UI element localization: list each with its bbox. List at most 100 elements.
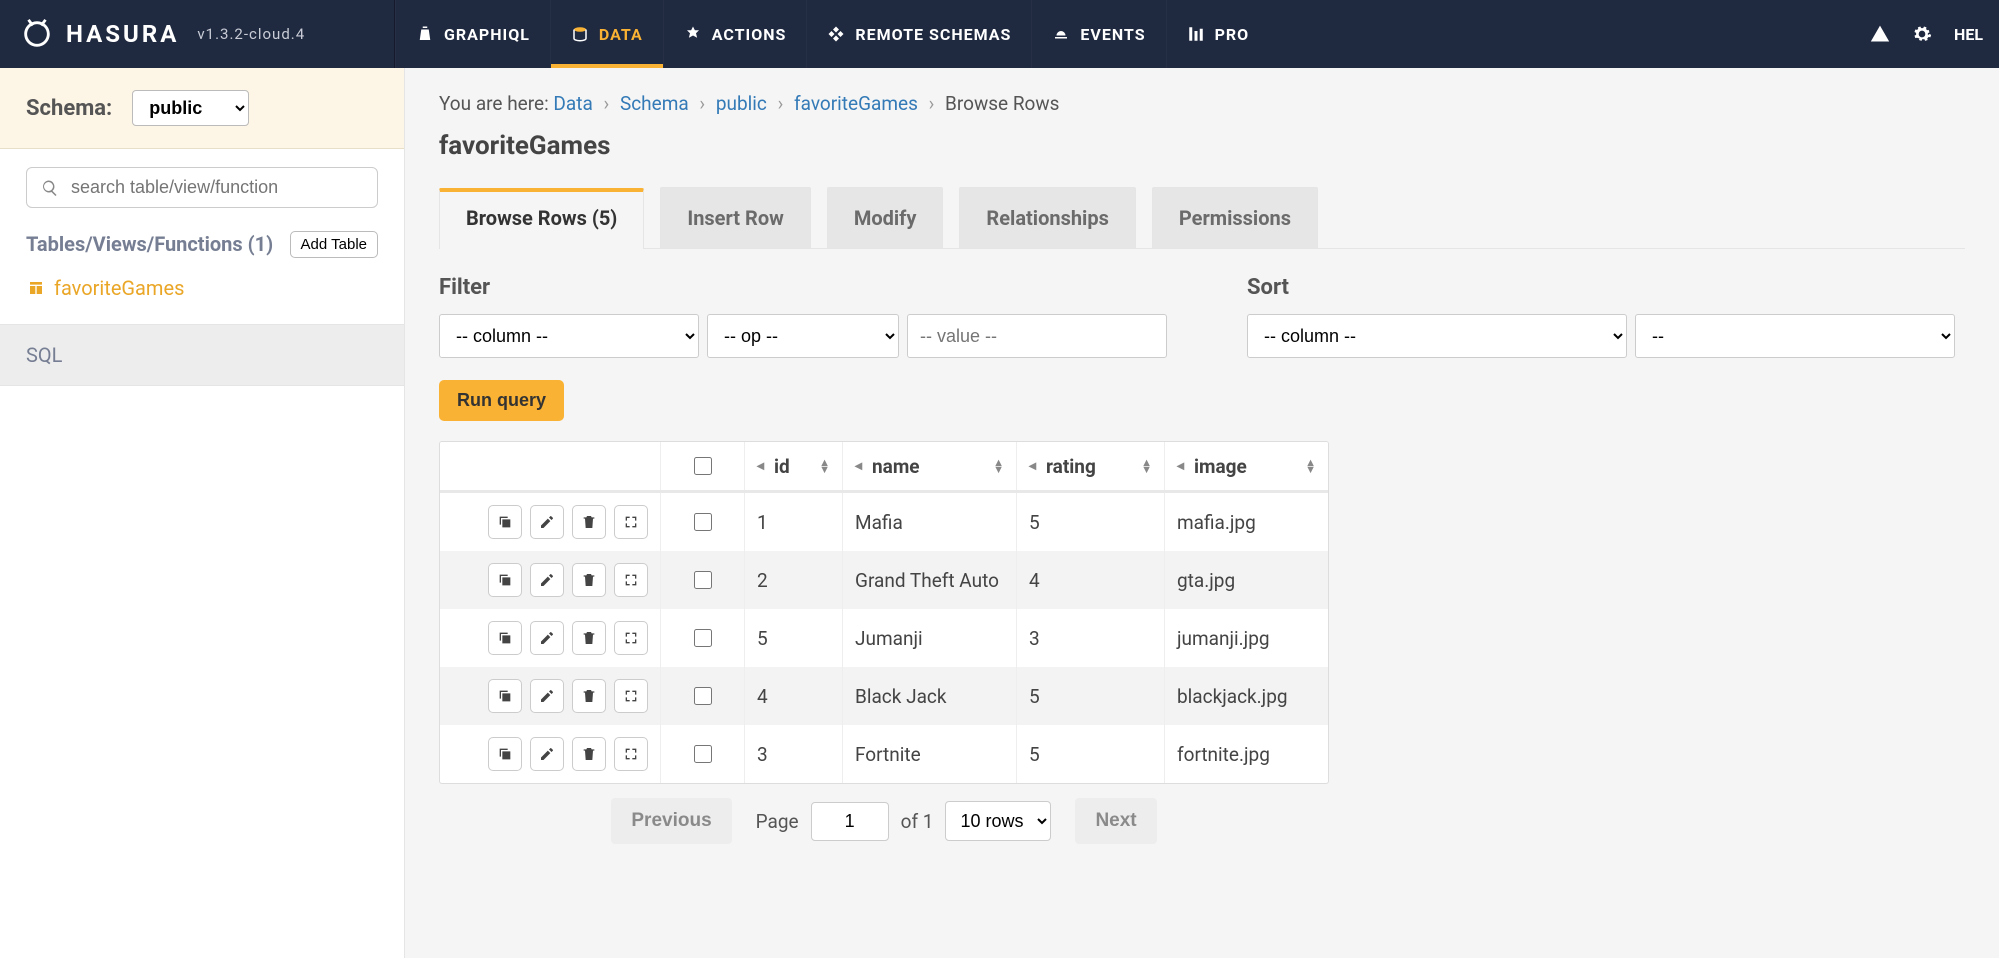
cell-image: blackjack.jpg — [1164, 667, 1328, 725]
delete-row-button[interactable] — [572, 563, 606, 597]
nav-data[interactable]: DATA — [550, 0, 663, 68]
table-row: 3 Fortnite 5 fortnite.jpg — [440, 725, 1328, 783]
crumb-schema[interactable]: Schema — [620, 92, 689, 115]
schema-select[interactable]: public — [132, 90, 249, 126]
nav-events[interactable]: EVENTS — [1031, 0, 1165, 68]
page-number-input[interactable] — [811, 802, 889, 841]
nav-graphiql[interactable]: GRAPHIQL — [395, 0, 550, 68]
table-row: 2 Grand Theft Auto 4 gta.jpg — [440, 551, 1328, 609]
filter-column-select[interactable]: -- column -- — [439, 314, 699, 358]
top-nav: GRAPHIQL DATA ACTIONS REMOTE SCHEMAS EVE… — [395, 0, 1269, 68]
hasura-logo-icon — [20, 17, 54, 51]
sort-toggle-icon[interactable]: ▲▼ — [993, 459, 1004, 473]
tab-relationships[interactable]: Relationships — [959, 187, 1135, 248]
edit-row-button[interactable] — [530, 563, 564, 597]
table-row: 5 Jumanji 3 jumanji.jpg — [440, 609, 1328, 667]
col-name[interactable]: name — [872, 455, 920, 478]
cell-rating: 5 — [1016, 725, 1164, 783]
clone-row-button[interactable] — [488, 679, 522, 713]
page-title: favoriteGames — [439, 131, 1965, 161]
sidebar-table-favoritegames[interactable]: favoriteGames — [26, 270, 378, 306]
cell-id: 1 — [744, 493, 842, 551]
tab-insert-row[interactable]: Insert Row — [660, 187, 810, 248]
rows-per-page-select[interactable]: 10 rows — [945, 801, 1051, 841]
page-label: Page — [756, 810, 799, 833]
edit-row-button[interactable] — [530, 679, 564, 713]
clone-row-button[interactable] — [488, 505, 522, 539]
filter-value-input[interactable] — [907, 314, 1167, 358]
sort-column-select[interactable]: -- column -- — [1247, 314, 1627, 358]
cell-image: mafia.jpg — [1164, 493, 1328, 551]
col-id[interactable]: id — [774, 455, 790, 478]
table-header: ◂id▲▼ ◂name▲▼ ◂rating▲▼ ◂image▲▼ — [440, 442, 1328, 493]
expand-row-button[interactable] — [614, 505, 648, 539]
col-rating[interactable]: rating — [1046, 455, 1096, 478]
main-content: You are here: Data › Schema › public › f… — [405, 68, 1999, 958]
sort-toggle-icon[interactable]: ▲▼ — [819, 459, 830, 473]
select-row-checkbox[interactable] — [694, 687, 712, 705]
col-image[interactable]: image — [1194, 455, 1247, 478]
sidebar: Schema: public Tables/Views/Functions (1… — [0, 68, 405, 958]
table-tabs: Browse Rows (5) Insert Row Modify Relati… — [439, 187, 1965, 249]
expand-row-button[interactable] — [614, 737, 648, 771]
crumb-current: Browse Rows — [945, 92, 1059, 115]
crumb-data[interactable]: Data — [553, 92, 592, 115]
cell-image: gta.jpg — [1164, 551, 1328, 609]
sidebar-sql[interactable]: SQL — [0, 324, 404, 386]
select-row-checkbox[interactable] — [694, 513, 712, 531]
cell-name: Jumanji — [842, 609, 1016, 667]
select-row-checkbox[interactable] — [694, 629, 712, 647]
sort-direction-select[interactable]: -- — [1635, 314, 1955, 358]
sort-toggle-icon[interactable]: ▲▼ — [1141, 459, 1152, 473]
delete-row-button[interactable] — [572, 679, 606, 713]
clone-row-button[interactable] — [488, 621, 522, 655]
settings-gear-icon[interactable] — [1912, 24, 1932, 44]
tab-browse-rows[interactable]: Browse Rows (5) — [439, 188, 644, 249]
select-row-checkbox[interactable] — [694, 745, 712, 763]
crumb-table[interactable]: favoriteGames — [794, 92, 918, 115]
warning-icon[interactable] — [1870, 24, 1890, 44]
nav-label: PRO — [1215, 25, 1250, 44]
nav-remote-schemas[interactable]: REMOTE SCHEMAS — [806, 0, 1031, 68]
edit-row-button[interactable] — [530, 621, 564, 655]
tab-modify[interactable]: Modify — [827, 187, 944, 248]
expand-row-button[interactable] — [614, 679, 648, 713]
nav-label: EVENTS — [1080, 25, 1145, 44]
cell-rating: 4 — [1016, 551, 1164, 609]
add-table-button[interactable]: Add Table — [290, 231, 378, 258]
cell-name: Black Jack — [842, 667, 1016, 725]
pagination: Previous Page of 1 10 rows Next — [439, 798, 1329, 844]
cell-name: Fortnite — [842, 725, 1016, 783]
table-search-input[interactable] — [69, 176, 363, 199]
expand-row-button[interactable] — [614, 621, 648, 655]
tab-permissions[interactable]: Permissions — [1152, 187, 1318, 248]
clone-row-button[interactable] — [488, 737, 522, 771]
table-icon — [28, 280, 44, 296]
filter-section: Filter -- column -- -- op -- — [439, 275, 1167, 358]
next-button[interactable]: Next — [1075, 798, 1156, 844]
cell-id: 4 — [744, 667, 842, 725]
delete-row-button[interactable] — [572, 737, 606, 771]
cell-name: Mafia — [842, 493, 1016, 551]
select-row-checkbox[interactable] — [694, 571, 712, 589]
filter-op-select[interactable]: -- op -- — [707, 314, 899, 358]
run-query-button[interactable]: Run query — [439, 380, 564, 421]
cell-image: fortnite.jpg — [1164, 725, 1328, 783]
nav-pro[interactable]: PRO — [1166, 0, 1270, 68]
crumb-public[interactable]: public — [716, 92, 767, 115]
select-all-checkbox[interactable] — [694, 457, 712, 475]
expand-row-button[interactable] — [614, 563, 648, 597]
delete-row-button[interactable] — [572, 505, 606, 539]
delete-row-button[interactable] — [572, 621, 606, 655]
nav-actions[interactable]: ACTIONS — [663, 0, 807, 68]
sort-toggle-icon[interactable]: ▲▼ — [1305, 459, 1316, 473]
table-search[interactable] — [26, 167, 378, 208]
header-right: HEL — [1870, 0, 1999, 68]
edit-row-button[interactable] — [530, 505, 564, 539]
nav-label: REMOTE SCHEMAS — [855, 25, 1011, 44]
previous-button[interactable]: Previous — [611, 798, 731, 844]
edit-row-button[interactable] — [530, 737, 564, 771]
tables-heading: Tables/Views/Functions (1) — [26, 230, 273, 258]
clone-row-button[interactable] — [488, 563, 522, 597]
help-link[interactable]: HEL — [1954, 25, 1983, 44]
